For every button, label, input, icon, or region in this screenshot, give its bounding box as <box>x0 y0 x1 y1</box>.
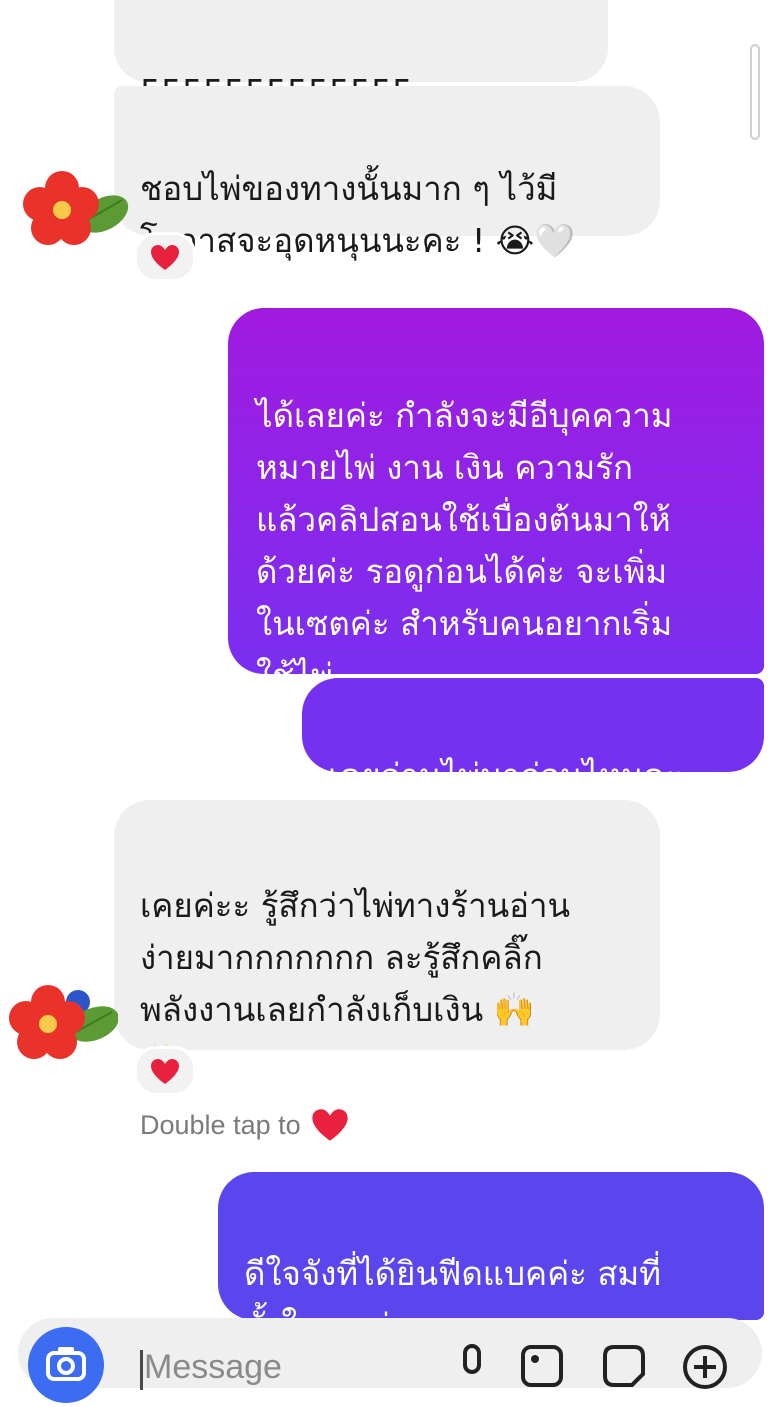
message-text: ชอบไพ่ของทางนั้นมาก ๆ ไว้มี โอกาสจะอุดหน… <box>140 169 576 260</box>
gallery-icon[interactable] <box>520 1344 564 1388</box>
heart-icon <box>311 1109 348 1141</box>
heart-reaction[interactable] <box>134 1046 196 1096</box>
plus-circle-icon[interactable] <box>682 1344 728 1390</box>
message-text: เคยค่ะะ รู้สึกว่าไพ่ทางร้านอ่าน ง่ายมากก… <box>140 886 571 1081</box>
flower-avatar-icon[interactable] <box>22 170 132 250</box>
double-tap-text: Double tap to <box>140 1109 301 1140</box>
flower-avatar-icon[interactable] <box>8 984 119 1064</box>
message-bubble-outgoing[interactable]: ดีใจจังที่ได้ยินฟีดแบคค่ะ สมที่ ตั้งใจเล… <box>218 1172 764 1345</box>
microphone-icon[interactable] <box>454 1344 490 1388</box>
message-text: เคยอ่านไพ่มาก่อนไหมคะ <box>328 756 683 795</box>
double-tap-hint: Double tap to <box>140 1108 349 1142</box>
message-bubble-outgoing[interactable]: เคยอ่านไพ่มาก่อนไหมคะ <box>302 678 764 795</box>
heart-icon <box>151 1058 179 1084</box>
message-bubble-incoming[interactable]: ชอบไพ่ของทางนั้นมาก ๆ ไว้มี โอกาสจะอุดหน… <box>114 86 660 260</box>
camera-button[interactable] <box>28 1327 104 1403</box>
heart-icon <box>151 244 179 270</box>
message-input[interactable]: Message <box>144 1348 282 1387</box>
message-bubble-incoming[interactable]: 5555555555555 <box>114 0 608 111</box>
text-cursor <box>140 1350 143 1390</box>
message-text: ได้เลยค่ะ กำลังจะมีอีบุคความ หมายไพ่ งาน… <box>256 396 673 695</box>
heart-reaction[interactable] <box>134 232 196 282</box>
message-bubble-incoming[interactable]: เคยค่ะะ รู้สึกว่าไพ่ทางร้านอ่าน ง่ายมากก… <box>114 800 660 1081</box>
scrollbar[interactable] <box>750 44 760 140</box>
sticker-icon[interactable] <box>602 1344 646 1388</box>
camera-icon <box>46 1347 86 1381</box>
message-composer: Message <box>18 1318 762 1403</box>
message-bubble-outgoing[interactable]: ได้เลยค่ะ กำลังจะมีอีบุคความ หมายไพ่ งาน… <box>228 308 764 695</box>
